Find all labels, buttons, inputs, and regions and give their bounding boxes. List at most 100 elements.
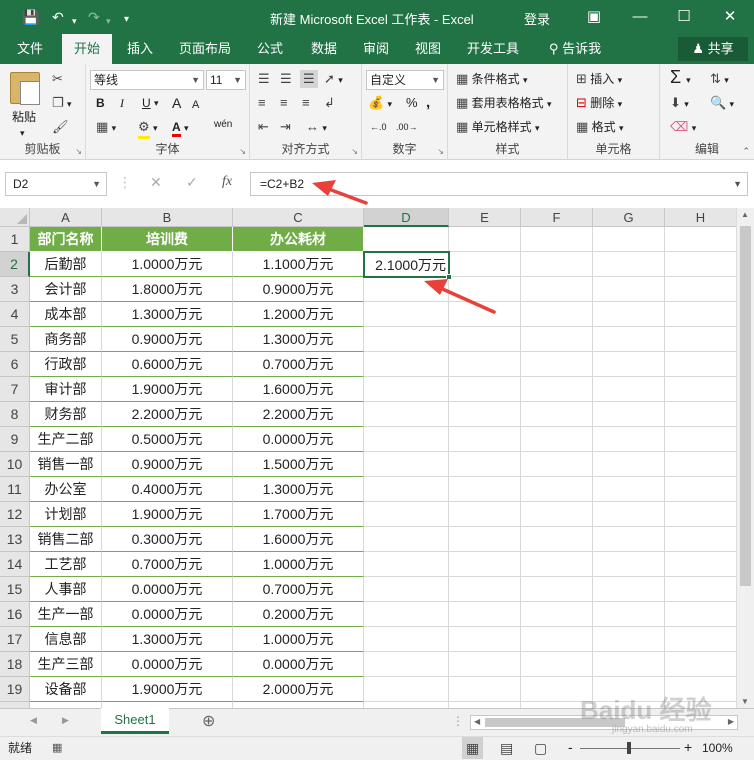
worksheet-grid[interactable]: A B C D E F G H 1 部门名称 培训费 办公耗材 2 后勤部 1.0000万元 1.1000万元… bbox=[0, 208, 736, 708]
grid-cell[interactable] bbox=[521, 502, 593, 527]
grid-cell[interactable] bbox=[593, 377, 665, 402]
dialog-launcher-icon[interactable]: ↘ bbox=[239, 147, 246, 156]
grid-cell[interactable] bbox=[449, 352, 521, 377]
grid-cell[interactable] bbox=[665, 252, 736, 277]
column-header-a[interactable]: A bbox=[30, 208, 102, 227]
copy-icon[interactable]: ❐ ▾ bbox=[52, 94, 72, 113]
grid-cell[interactable] bbox=[521, 252, 593, 277]
row-header[interactable]: 14 bbox=[0, 552, 30, 577]
grid-cell[interactable] bbox=[364, 602, 449, 627]
grid-cell[interactable] bbox=[665, 552, 736, 577]
add-sheet-icon[interactable]: ⊕ bbox=[202, 711, 215, 731]
grid-cell[interactable] bbox=[593, 652, 665, 677]
grid-cell[interactable] bbox=[449, 627, 521, 652]
table-cell[interactable]: 0.7000万元 bbox=[233, 352, 364, 377]
table-cell[interactable]: 2.2000万元 bbox=[102, 402, 233, 427]
tab-formulas[interactable]: 公式 bbox=[248, 34, 292, 64]
grid-cell[interactable] bbox=[449, 452, 521, 477]
maximize-icon[interactable]: ☐ bbox=[670, 6, 698, 28]
align-top-icon[interactable]: ☰ bbox=[258, 70, 270, 88]
grid-cell[interactable] bbox=[521, 302, 593, 327]
table-cell[interactable]: 0.0000万元 bbox=[102, 577, 233, 602]
table-cell[interactable]: 1.6000万元 bbox=[233, 377, 364, 402]
grid-cell[interactable] bbox=[521, 477, 593, 502]
table-cell[interactable]: 1.3000万元 bbox=[233, 327, 364, 352]
decrease-indent-icon[interactable]: ⇤ bbox=[258, 118, 269, 136]
grid-cell[interactable] bbox=[665, 277, 736, 302]
table-cell[interactable]: 1.6000万元 bbox=[233, 527, 364, 552]
table-cell[interactable]: 销售二部 bbox=[30, 527, 102, 552]
grid-cell[interactable] bbox=[665, 427, 736, 452]
redo-icon[interactable]: ↷ bbox=[88, 8, 100, 26]
increase-decimal-icon[interactable]: ←.0 bbox=[370, 118, 387, 136]
grid-cell[interactable] bbox=[521, 427, 593, 452]
cancel-icon[interactable]: ✕ bbox=[150, 174, 162, 191]
grid-cell[interactable] bbox=[593, 502, 665, 527]
active-cell-d2[interactable]: 2.1000万元 bbox=[363, 251, 452, 280]
increase-indent-icon[interactable]: ⇥ bbox=[280, 118, 291, 136]
grid-cell[interactable] bbox=[521, 352, 593, 377]
normal-view-icon[interactable]: ▦ bbox=[462, 737, 484, 759]
table-header-cell[interactable]: 办公耗材 bbox=[233, 227, 364, 252]
tab-view[interactable]: 视图 bbox=[406, 34, 450, 64]
scroll-left-icon[interactable]: ◀ bbox=[474, 717, 480, 726]
table-cell[interactable]: 行政部 bbox=[30, 352, 102, 377]
row-header[interactable]: 10 bbox=[0, 452, 30, 477]
format-painter-icon[interactable]: 🖌 bbox=[52, 118, 69, 136]
next-sheet-icon[interactable]: ▶ bbox=[62, 715, 69, 726]
column-header-h[interactable]: H bbox=[665, 208, 736, 227]
login-link[interactable]: 登录 bbox=[524, 9, 550, 28]
table-cell[interactable]: 0.0000万元 bbox=[102, 652, 233, 677]
row-header[interactable]: 4 bbox=[0, 302, 30, 327]
grid-cell[interactable] bbox=[364, 327, 449, 352]
font-grow-button[interactable]: A bbox=[172, 94, 181, 112]
font-color-icon[interactable]: A ▾ bbox=[172, 118, 189, 137]
grid-cell[interactable] bbox=[521, 627, 593, 652]
column-header-d[interactable]: D bbox=[364, 208, 449, 227]
grid-cell[interactable] bbox=[593, 527, 665, 552]
find-select-icon[interactable]: 🔍 ▾ bbox=[710, 94, 734, 113]
scroll-thumb[interactable] bbox=[740, 226, 751, 586]
grid-cell[interactable] bbox=[449, 552, 521, 577]
table-cell[interactable]: 0.7000万元 bbox=[233, 577, 364, 602]
tell-me-box[interactable]: ⚲ 告诉我 bbox=[540, 34, 610, 64]
merge-center-icon[interactable]: ↔ ▾ bbox=[306, 118, 327, 137]
font-name-select[interactable]: 等线 ▼ bbox=[90, 70, 204, 90]
format-as-table-button[interactable]: ▦ 套用表格格式 ▾ bbox=[456, 94, 552, 113]
undo-dropdown-icon[interactable]: ▾ bbox=[72, 12, 77, 30]
save-icon[interactable]: 💾 bbox=[22, 8, 39, 26]
dialog-launcher-icon[interactable]: ↘ bbox=[351, 147, 358, 156]
table-cell[interactable]: 2.0000万元 bbox=[233, 677, 364, 702]
table-cell[interactable]: 计划部 bbox=[30, 502, 102, 527]
table-cell[interactable]: 0.0000万元 bbox=[233, 427, 364, 452]
insert-cells-button[interactable]: ⊞ 插入 ▾ bbox=[576, 70, 622, 89]
collapse-ribbon-icon[interactable]: ⌃ bbox=[742, 146, 750, 157]
delete-cells-button[interactable]: ⊟ 删除 ▾ bbox=[576, 94, 622, 113]
grid-cell[interactable] bbox=[364, 277, 449, 302]
name-box[interactable]: D2 ▼ bbox=[5, 172, 107, 196]
grid-cell[interactable] bbox=[521, 452, 593, 477]
italic-button[interactable]: I bbox=[120, 94, 124, 112]
grid-cell[interactable] bbox=[521, 377, 593, 402]
fill-icon[interactable]: ⬇ ▾ bbox=[670, 94, 689, 113]
row-header[interactable]: 11 bbox=[0, 477, 30, 502]
zoom-slider-thumb[interactable] bbox=[627, 742, 631, 754]
grid-cell[interactable] bbox=[593, 452, 665, 477]
grid-cell[interactable] bbox=[665, 477, 736, 502]
grid-cell[interactable] bbox=[665, 502, 736, 527]
grid-cell[interactable] bbox=[364, 552, 449, 577]
table-cell[interactable]: 0.9000万元 bbox=[102, 327, 233, 352]
vertical-scrollbar[interactable]: ▲ ▼ bbox=[736, 208, 754, 708]
tab-data[interactable]: 数据 bbox=[302, 34, 346, 64]
grid-cell[interactable] bbox=[449, 502, 521, 527]
table-cell[interactable]: 1.7000万元 bbox=[233, 502, 364, 527]
scroll-down-icon[interactable]: ▼ bbox=[741, 697, 749, 706]
grid-cell[interactable] bbox=[665, 377, 736, 402]
grid-cell[interactable] bbox=[521, 402, 593, 427]
formula-input[interactable]: =C2+B2 ▼ bbox=[250, 172, 748, 196]
grid-cell[interactable] bbox=[593, 552, 665, 577]
cut-icon[interactable]: ✂ bbox=[52, 70, 63, 88]
column-header-b[interactable]: B bbox=[102, 208, 233, 227]
table-cell[interactable]: 1.2000万元 bbox=[233, 302, 364, 327]
phonetic-guide-button[interactable]: wén bbox=[214, 116, 232, 134]
